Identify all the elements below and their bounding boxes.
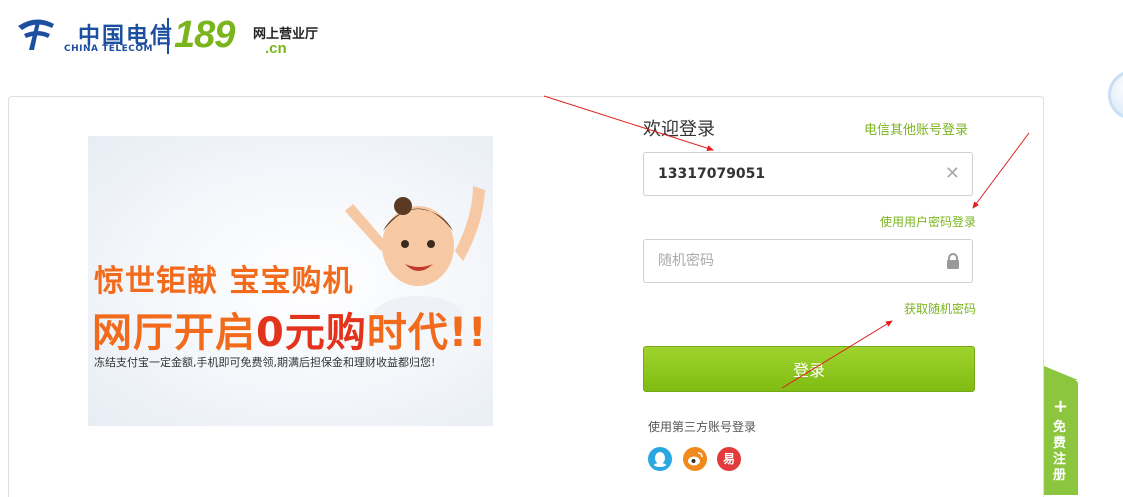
banner-subheadline: 网厅开启0元购时代!! (92, 310, 488, 356)
weibo-icon[interactable] (683, 447, 707, 471)
login-button[interactable]: 登录 (643, 346, 975, 392)
yixin-icon[interactable]: 易 (717, 447, 741, 471)
clear-icon[interactable]: ✕ (945, 164, 960, 184)
password-field[interactable] (643, 239, 973, 283)
third-party-login-label: 使用第三方账号登录 (648, 420, 757, 434)
phone-input[interactable] (658, 153, 938, 195)
china-telecom-logo-icon (18, 19, 54, 50)
free-register-tab[interactable]: + 免费注册 (1044, 366, 1078, 495)
banner-description: 冻结支付宝一定金额,手机即可免费领,期满后担保金和理财收益都归您! (94, 356, 436, 369)
lock-icon (947, 253, 959, 269)
free-register-label: 免费注册 (1053, 420, 1067, 483)
site-number: 189 (174, 14, 235, 56)
get-random-password-link[interactable]: 获取随机密码 (904, 300, 976, 317)
other-account-login-link[interactable]: 电信其他账号登录 (864, 119, 968, 138)
welcome-title: 欢迎登录 (643, 119, 715, 140)
brand-name-en: CHINA TELECOM (64, 44, 153, 54)
banner-headline: 惊世钜献 宝宝购机 (94, 264, 354, 299)
side-floating-widget[interactable] (1108, 70, 1123, 120)
user-password-login-link[interactable]: 使用用户密码登录 (880, 213, 976, 230)
site-domain: .cn (265, 40, 287, 57)
promo-banner[interactable]: 惊世钜献 宝宝购机 网厅开启0元购时代!! 冻结支付宝一定金额,手机即可免费领,… (88, 136, 493, 426)
site-header: 中国电信 CHINA TELECOM 189 网上营业厅 .cn (14, 14, 344, 62)
logo-divider (167, 18, 169, 54)
plus-icon: + (1053, 396, 1069, 417)
qq-icon[interactable] (648, 447, 672, 471)
random-password-input[interactable] (658, 240, 938, 282)
phone-field[interactable]: ✕ (643, 152, 973, 196)
